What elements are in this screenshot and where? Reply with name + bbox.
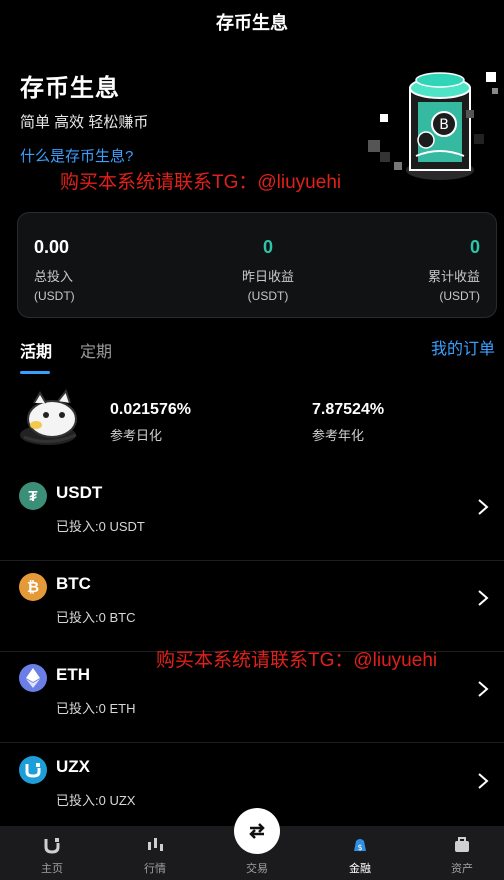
stat-total-invested: 0.00 总投入 (USDT)	[34, 237, 75, 303]
ethereum-icon	[19, 664, 47, 692]
annual-rate: 7.87524% 参考年化	[312, 401, 384, 444]
hero-subtitle: 简单 高效 轻松赚币	[20, 114, 149, 131]
coin-name: ETH	[56, 665, 90, 684]
coin-row-btc[interactable]: ₿ BTC 已投入:0 BTC	[0, 561, 504, 652]
nav-label: 金融	[349, 863, 371, 875]
nav-finance[interactable]: $ 金融	[310, 826, 410, 880]
home-icon	[44, 838, 60, 854]
finance-icon: $	[354, 839, 366, 852]
daily-rate: 0.021576% 参考日化	[110, 401, 191, 444]
rate-value: 0.021576%	[110, 401, 191, 418]
coin-row-usdt[interactable]: ₮ USDT 已投入:0 USDT	[0, 470, 504, 561]
watermark-text: 购买本系统请联系TG：@liuyuehi	[60, 172, 342, 193]
rate-label: 参考日化	[110, 428, 163, 443]
my-orders-link[interactable]: 我的订单	[431, 335, 495, 359]
coin-invested: 已投入:0 ETH	[56, 701, 136, 716]
tether-icon: ₮	[19, 482, 47, 510]
stat-unit: (USDT)	[34, 289, 75, 303]
stat-unit: (USDT)	[247, 289, 289, 303]
nav-label: 交易	[246, 863, 268, 875]
chevron-right-icon	[478, 590, 489, 606]
stat-yesterday-earnings: 0 昨日收益 (USDT)	[228, 237, 308, 303]
rate-summary: 0.021576% 参考日化 7.87524% 参考年化	[16, 385, 496, 455]
stat-unit: (USDT)	[439, 289, 480, 303]
svg-text:B: B	[439, 117, 449, 133]
hero-title: 存币生息	[20, 75, 120, 102]
rate-label: 参考年化	[312, 428, 365, 443]
uzx-icon	[19, 756, 47, 784]
coin-name: USDT	[56, 483, 103, 502]
nav-home[interactable]: 主页	[2, 826, 102, 880]
wallet-icon	[455, 837, 469, 852]
top-bar: 存币生息	[0, 0, 504, 44]
stat-value: 0.00	[34, 237, 70, 257]
coin-name: BTC	[56, 574, 91, 593]
nav-label: 主页	[41, 863, 63, 875]
chevron-right-icon	[478, 773, 489, 789]
watermark-text: 购买本系统请联系TG：@liuyuehi	[156, 650, 438, 671]
what-is-staking-link[interactable]: 什么是存币生息?	[20, 145, 133, 166]
coin-invested: 已投入:0 BTC	[56, 610, 136, 625]
swap-icon	[249, 823, 265, 839]
stat-label: 昨日收益	[241, 269, 294, 284]
tab-flexible[interactable]: 活期	[20, 338, 52, 374]
market-icon	[148, 838, 163, 851]
nav-label: 行情	[144, 863, 166, 875]
svg-text:$: $	[357, 843, 362, 852]
nav-label: 资产	[451, 863, 473, 875]
coin-name: UZX	[56, 757, 90, 776]
tab-fixed[interactable]: 定期	[80, 338, 112, 374]
page-title: 存币生息	[216, 13, 288, 33]
stat-cumulative-earnings: 0 累计收益 (USDT)	[428, 237, 480, 303]
coin-vault-illustration: B	[368, 72, 498, 180]
stat-label: 总投入	[34, 269, 74, 284]
chevron-right-icon	[478, 681, 489, 697]
stat-value: 0	[262, 237, 273, 257]
nav-assets[interactable]: 资产	[412, 826, 504, 880]
stat-value: 0	[469, 237, 480, 257]
product-tabs: 活期 定期	[20, 338, 112, 374]
piggy-mascot-icon	[20, 388, 77, 445]
stats-card: 0.00 总投入 (USDT) 0 昨日收益 (USDT) 0 累计收益 (US…	[17, 212, 497, 318]
chevron-right-icon	[478, 499, 489, 515]
trade-button[interactable]	[234, 808, 280, 854]
stat-label: 累计收益	[427, 269, 480, 284]
rate-value: 7.87524%	[312, 401, 385, 418]
coin-invested: 已投入:0 UZX	[56, 793, 136, 808]
hero: 存币生息 简单 高效 轻松赚币	[20, 68, 148, 132]
bitcoin-icon: ₿	[19, 573, 47, 601]
coin-invested: 已投入:0 USDT	[56, 519, 145, 534]
nav-market[interactable]: 行情	[105, 826, 205, 880]
